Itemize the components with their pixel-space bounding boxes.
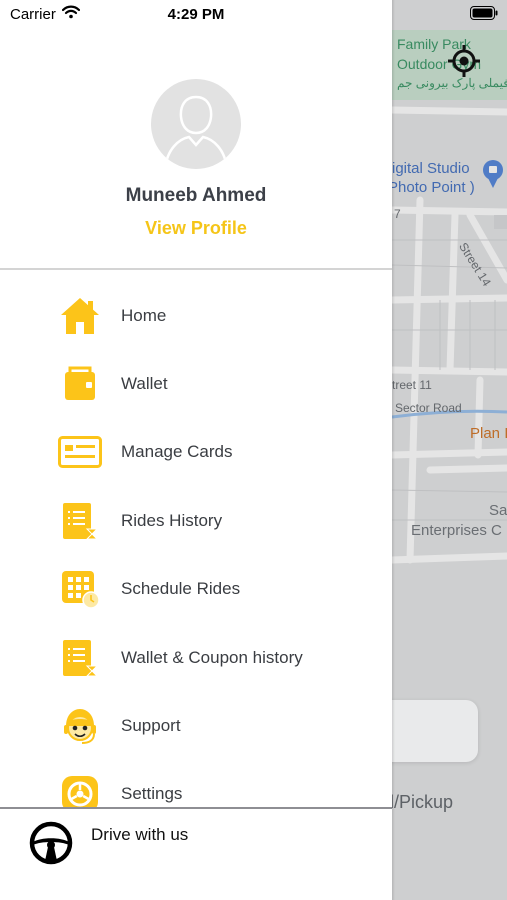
menu-item-label: Schedule Rides <box>121 579 241 598</box>
locate-me-button[interactable] <box>447 44 487 84</box>
navigation-drawer: Muneeb Ahmed View Profile Home Wallet Ma… <box>0 0 392 900</box>
wallet-icon <box>58 362 102 406</box>
crosshair-icon <box>448 45 480 77</box>
user-name: Muneeb Ahmed <box>125 185 267 206</box>
menu-item-home[interactable]: Home <box>0 286 392 346</box>
status-bar: Carrier 4:29 PM <box>0 0 507 30</box>
user-placeholder-icon <box>163 95 229 169</box>
clock: 4:29 PM <box>167 6 225 23</box>
steering-wheel-icon <box>29 821 73 865</box>
divider <box>0 268 392 270</box>
rides-history-icon <box>58 499 102 543</box>
schedule-icon <box>58 567 102 611</box>
coupon-history-icon <box>58 636 102 680</box>
avatar[interactable] <box>151 79 241 169</box>
menu-item-label: Settings <box>121 784 183 803</box>
menu-item-manage-cards[interactable]: Manage Cards <box>0 422 392 482</box>
support-icon <box>58 704 102 748</box>
menu-item-label: Wallet <box>121 374 168 393</box>
menu-item-label: Manage Cards <box>121 442 233 461</box>
menu-item-schedule-rides[interactable]: Schedule Rides <box>0 559 392 619</box>
menu-item-wallet[interactable]: Wallet <box>0 354 392 414</box>
home-icon <box>58 294 102 338</box>
menu-item-label: Support <box>121 716 181 735</box>
battery-icon <box>470 6 498 20</box>
menu-item-label: Home <box>121 306 167 325</box>
drawer-shadow <box>392 0 395 900</box>
drive-with-us-label: Drive with us <box>91 825 189 844</box>
menu-item-wallet-coupon-history[interactable]: Wallet & Coupon history <box>0 628 392 688</box>
menu-item-support[interactable]: Support <box>0 696 392 756</box>
menu-item-rides-history[interactable]: Rides History <box>0 491 392 551</box>
view-profile-link[interactable]: View Profile <box>0 218 392 239</box>
menu-item-label: Rides History <box>121 511 223 530</box>
drive-with-us-button[interactable]: Drive with us <box>0 809 392 900</box>
menu-item-label: Wallet & Coupon history <box>121 648 303 667</box>
card-icon <box>58 430 102 474</box>
